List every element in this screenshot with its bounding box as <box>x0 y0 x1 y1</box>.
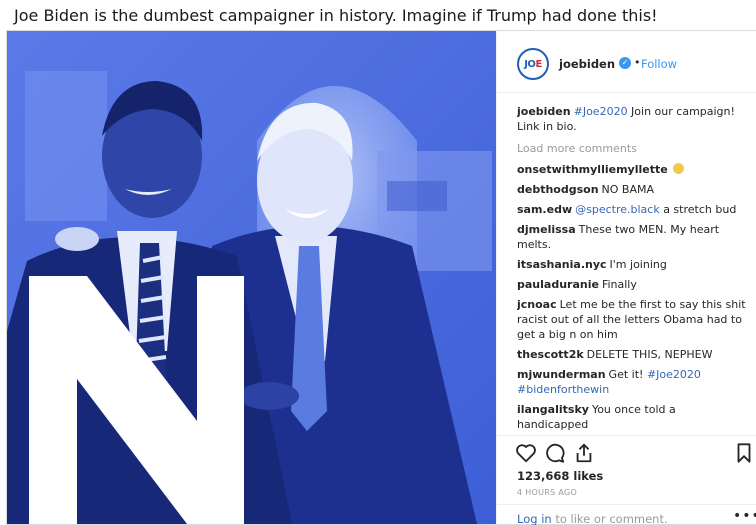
separator-dot: • <box>634 56 641 69</box>
more-options-icon[interactable]: ••• <box>733 508 756 524</box>
comment-item: debthodgson NO BAMA <box>517 182 747 197</box>
load-more-comments-button[interactable]: Load more comments <box>517 141 747 156</box>
comment-item: ilangalitsky You once told a handicapped <box>517 402 747 431</box>
comment-username[interactable]: djmelissa <box>517 223 576 236</box>
post-image <box>7 31 496 524</box>
comment-item: jcnoac Let me be the first to say this sh… <box>517 297 747 342</box>
avatar-logo-jo: JO <box>524 58 536 70</box>
post-caption: joebiden #Joe2020 Join our campaign! Link… <box>517 104 747 134</box>
bookmark-icon[interactable] <box>733 442 755 464</box>
comment-username[interactable]: debthodgson <box>517 183 599 196</box>
follow-button[interactable]: Follow <box>641 57 677 71</box>
comment-hashtag-link[interactable]: #bidenforthewin <box>517 383 609 396</box>
login-link[interactable]: Log in <box>517 512 552 525</box>
comment-mention-link[interactable]: @spectre.black <box>575 203 660 216</box>
login-prompt-text: Log in to like or comment. <box>517 512 668 525</box>
comment-username[interactable]: sam.edw <box>517 203 572 216</box>
comment-text: Get it! <box>608 368 647 381</box>
comment-username[interactable]: onsetwithmylliemyllette <box>517 163 668 176</box>
comment-item: mjwunderman Get it! #Joe2020 #bidenforthew… <box>517 367 747 397</box>
comment-item: itsashania.nyc I'm joining <box>517 257 747 272</box>
comment-username[interactable]: mjwunderman <box>517 368 606 381</box>
comment-hashtag-link[interactable]: #Joe2020 <box>647 368 701 381</box>
like-count[interactable]: 123,668 likes <box>517 469 603 483</box>
comment-text: I'm joining <box>609 258 667 271</box>
comment-bubble-icon[interactable] <box>544 442 566 464</box>
verified-check-icon: ✓ <box>619 57 631 69</box>
comment-item: djmelissa These two MEN. My heart melts. <box>517 222 747 252</box>
avatar-logo-e: E <box>535 58 542 70</box>
comment-username[interactable]: jcnoac <box>517 298 557 311</box>
smiling-face-emoji-icon <box>672 163 684 174</box>
caption-username[interactable]: joebiden <box>517 105 571 118</box>
post-photo[interactable] <box>7 31 496 524</box>
post-actions: 123,668 likes 4 HOURS AGO Log in to like… <box>497 435 756 525</box>
comments-list[interactable]: joebiden #Joe2020 Join our campaign! Link… <box>517 104 747 431</box>
comment-username[interactable]: itsashania.nyc <box>517 258 607 271</box>
caption-hashtag[interactable]: #Joe2020 <box>574 105 628 118</box>
comment-text: a stretch bud <box>659 203 737 216</box>
login-prompt: Log in to like or comment. ••• <box>497 504 756 525</box>
comment-text: NO BAMA <box>601 183 655 196</box>
heart-icon[interactable] <box>515 442 537 464</box>
comment-item: thescott2k DELETE THIS, NEPHEW <box>517 347 747 362</box>
username-link[interactable]: joebiden <box>559 57 615 71</box>
comment-username[interactable]: pauladuranie <box>517 278 599 291</box>
instagram-post: JO E joebiden ✓ • Follow joebiden #Joe2020… <box>6 30 756 525</box>
comment-text: Finally <box>601 278 637 291</box>
login-prompt-rest: to like or comment. <box>551 512 668 525</box>
comment-username[interactable]: ilangalitsky <box>517 403 589 416</box>
comment-item: sam.edw @spectre.black a stretch bud <box>517 202 747 217</box>
comment-item: onsetwithmylliemyllette <box>517 162 747 177</box>
post-sidebar: JO E joebiden ✓ • Follow joebiden #Joe2020… <box>496 31 756 525</box>
avatar[interactable]: JO E <box>517 48 549 80</box>
post-timestamp: 4 HOURS AGO <box>517 488 578 497</box>
post-header: JO E joebiden ✓ • Follow <box>497 31 756 93</box>
post-headline: Joe Biden is the dumbest campaigner in h… <box>14 6 658 25</box>
comment-item: pauladuranie Finally <box>517 277 747 292</box>
comment-text: DELETE THIS, NEPHEW <box>586 348 713 361</box>
share-icon[interactable] <box>573 442 595 464</box>
comment-username[interactable]: thescott2k <box>517 348 584 361</box>
